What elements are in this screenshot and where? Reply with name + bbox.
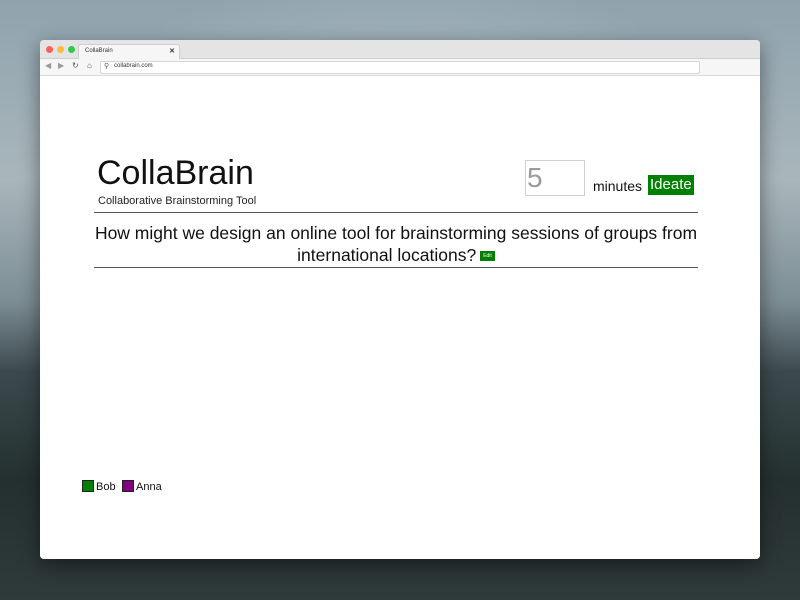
home-icon[interactable]: ⌂ — [87, 61, 92, 70]
close-window-button[interactable] — [46, 46, 53, 53]
search-icon: ⚲ — [104, 63, 110, 70]
user-item: Anna — [122, 477, 162, 495]
user-name: Bob — [96, 481, 116, 493]
divider-bottom — [94, 267, 698, 268]
page-title: CollaBrain — [97, 154, 254, 192]
minutes-input[interactable] — [525, 160, 585, 196]
ideate-button[interactable]: Ideate — [648, 175, 694, 195]
page-subtitle: Collaborative Brainstorming Tool — [98, 195, 257, 207]
minutes-label: minutes — [593, 178, 643, 194]
tab-bar: CollaBrain ✕ — [40, 40, 760, 60]
browser-window: CollaBrain ✕ ◀ ▶ ↻ ⌂ ⚲ collabrain.com Co… — [40, 40, 760, 559]
maximize-window-button[interactable] — [68, 46, 75, 53]
tab-collabrain[interactable]: CollaBrain ✕ — [78, 44, 180, 60]
close-icon[interactable]: ✕ — [169, 47, 175, 55]
question-prompt: How might we design an online tool for b… — [94, 222, 698, 266]
page-content: CollaBrain Collaborative Brainstorming T… — [40, 76, 760, 559]
divider-top — [94, 212, 698, 213]
user-color-swatch — [82, 480, 94, 492]
browser-toolbar: ◀ ▶ ↻ ⌂ ⚲ collabrain.com — [40, 59, 760, 76]
reload-icon[interactable]: ↻ — [72, 61, 79, 70]
url-text[interactable]: collabrain.com — [114, 63, 153, 69]
user-name: Anna — [136, 481, 162, 493]
user-list: Bob Anna — [82, 477, 164, 493]
address-bar[interactable]: ⚲ collabrain.com — [100, 61, 700, 74]
user-item: Bob — [82, 477, 116, 495]
back-arrow-icon[interactable]: ◀ — [45, 61, 51, 70]
tab-title: CollaBrain — [85, 48, 113, 54]
user-color-swatch — [122, 480, 135, 492]
minimize-window-button[interactable] — [57, 46, 64, 53]
forward-arrow-icon[interactable]: ▶ — [58, 61, 64, 70]
question-text: How might we design an online tool for b… — [94, 223, 698, 265]
edit-question-button[interactable]: Edit — [480, 251, 495, 262]
